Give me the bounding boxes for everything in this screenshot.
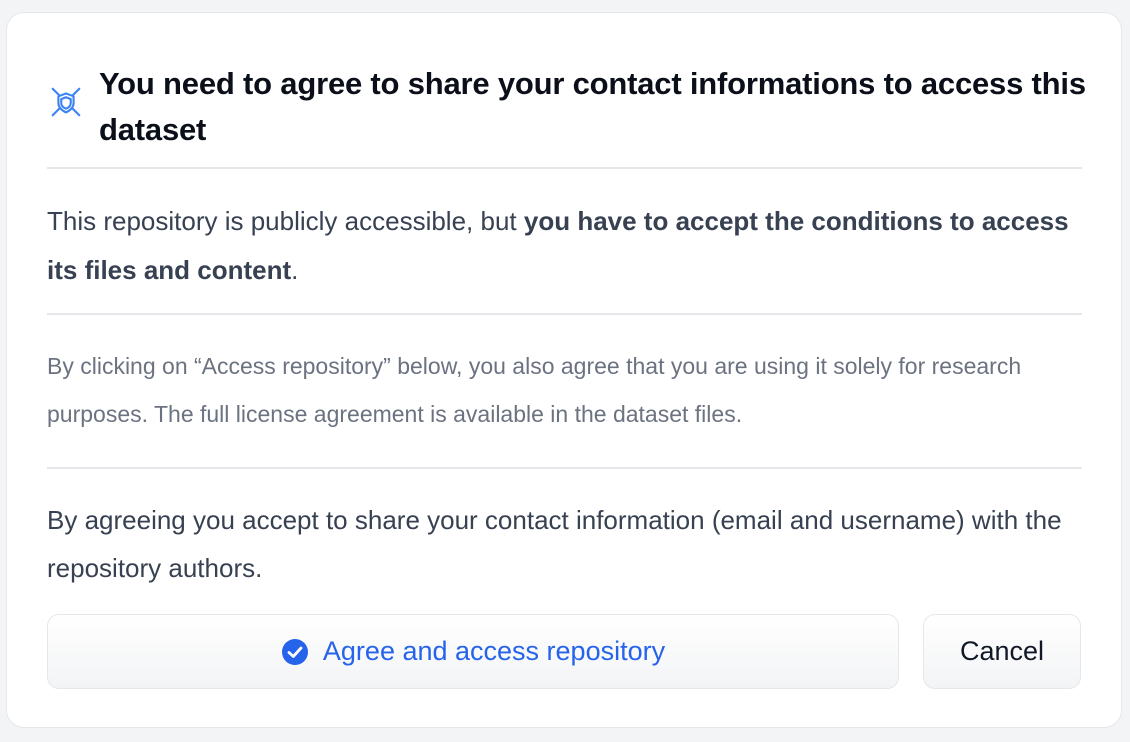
access-gate-dialog: You need to agree to share your contact … <box>6 12 1122 728</box>
dialog-title: You need to agree to share your contact … <box>99 66 1086 147</box>
intro-text-plain: This repository is publicly accessible, … <box>47 206 524 236</box>
cancel-button[interactable]: Cancel <box>923 614 1081 689</box>
divider <box>47 313 1082 315</box>
shield-gate-icon <box>51 87 81 117</box>
cancel-button-label: Cancel <box>959 636 1045 666</box>
license-note: By clicking on “Access repository” below… <box>47 353 1022 427</box>
divider <box>47 167 1082 169</box>
intro-text: This repository is publicly accessible, … <box>47 197 1087 295</box>
consent-text: By agreeing you accept to share your con… <box>47 505 1062 583</box>
agree-button[interactable]: Agree and access repository <box>47 614 899 689</box>
dialog-header: You need to agree to share your contact … <box>47 61 1087 153</box>
intro-text-end: . <box>291 255 299 285</box>
agree-button-label: Agree and access repository <box>322 636 666 666</box>
divider <box>47 467 1082 469</box>
check-circle-icon <box>281 638 308 665</box>
